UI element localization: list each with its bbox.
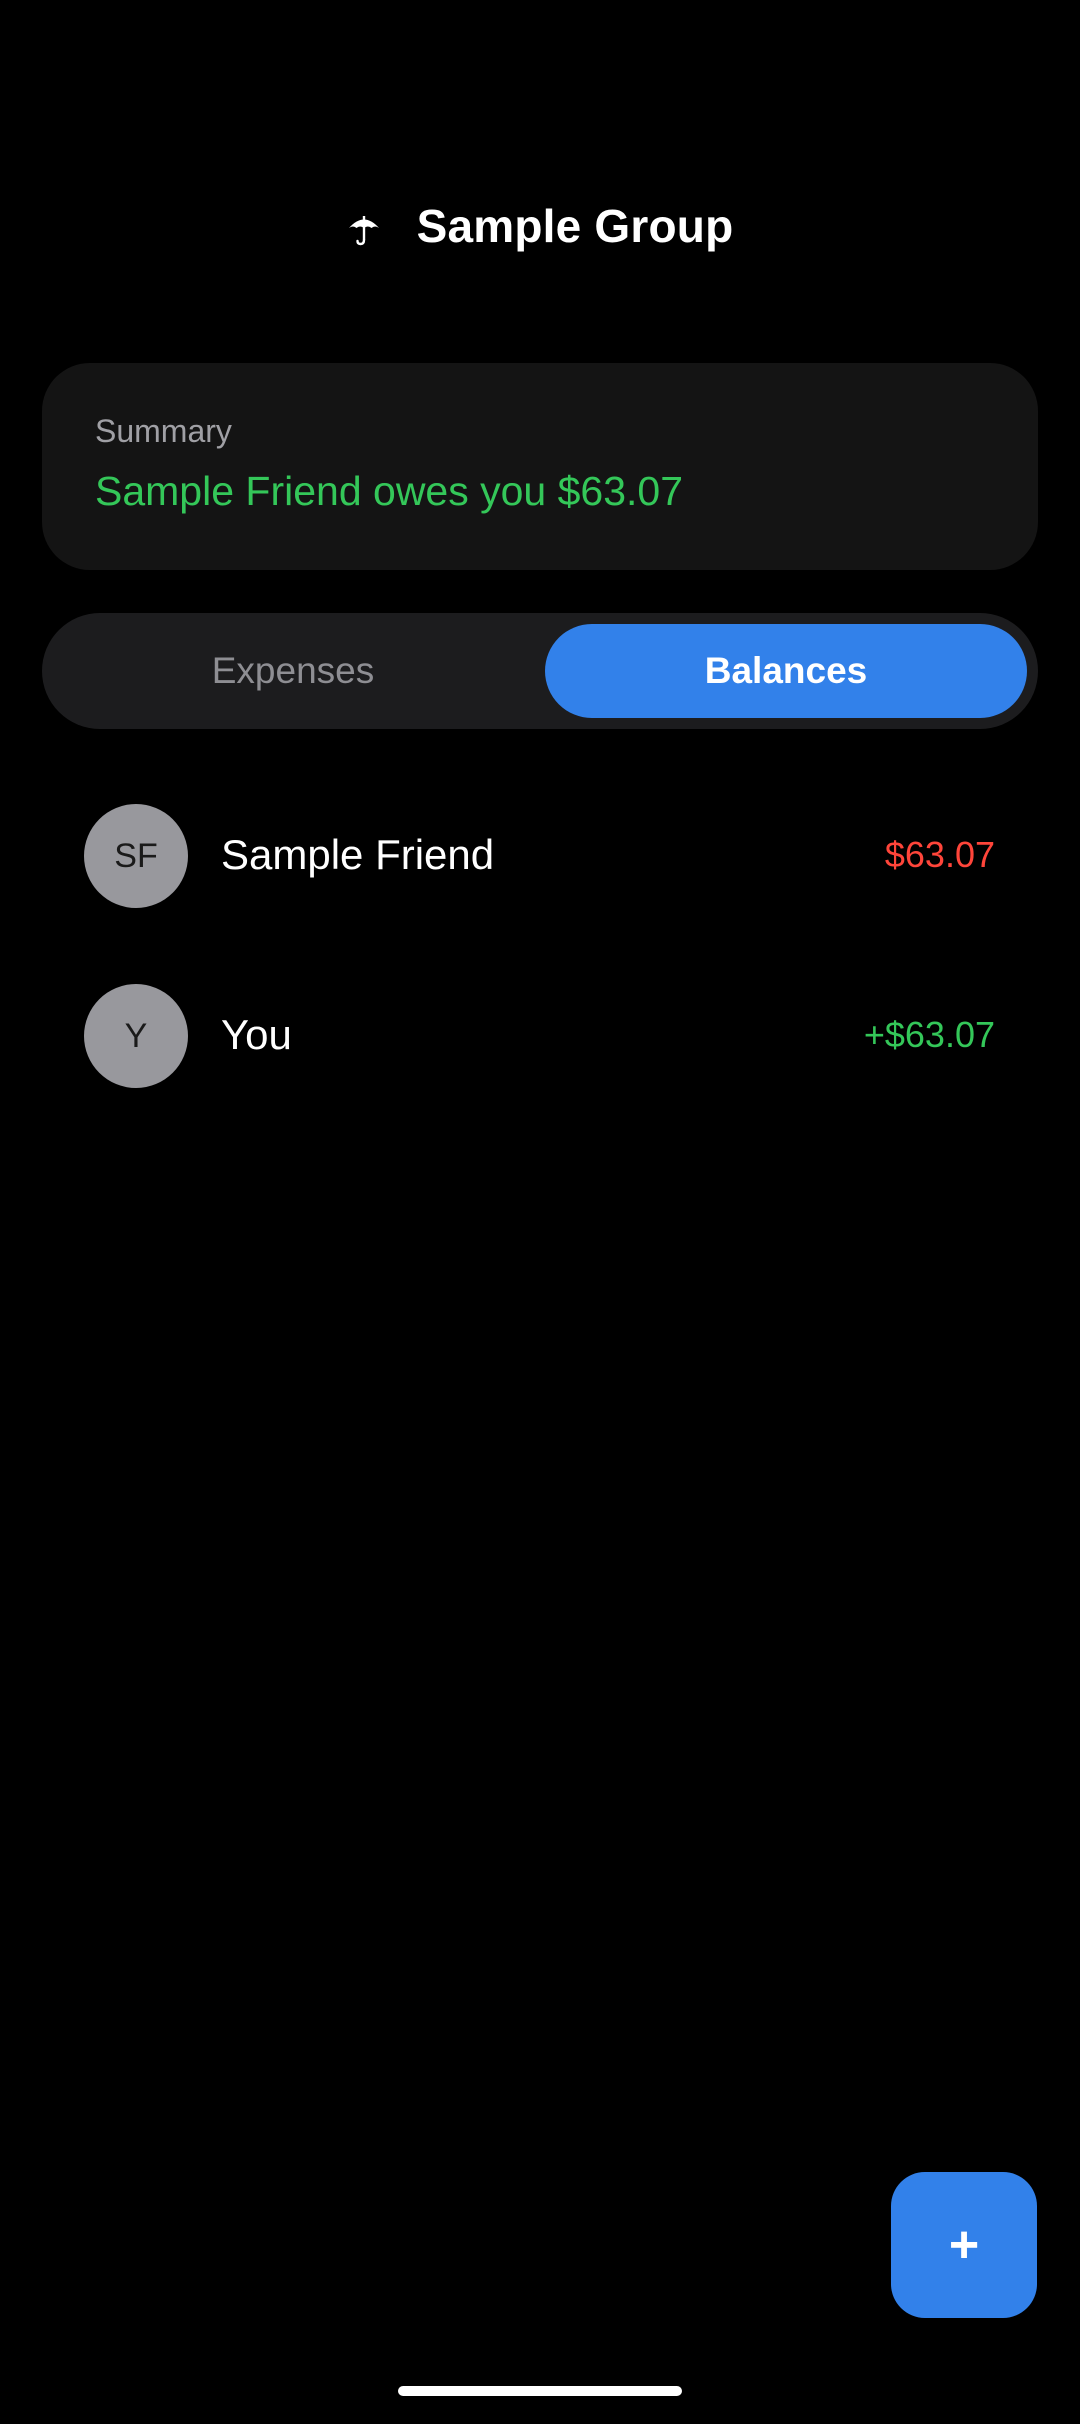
summary-card: Summary Sample Friend owes you $63.07 <box>42 363 1038 570</box>
view-segmented-control: Expenses Balances <box>42 613 1038 729</box>
list-item[interactable]: Y You +$63.07 <box>0 970 1080 1100</box>
person-name: You <box>221 1011 292 1058</box>
person-name: Sample Friend <box>221 831 495 878</box>
avatar: Y <box>84 984 188 1088</box>
tab-expenses[interactable]: Expenses <box>53 624 533 718</box>
balance-amount: +$63.07 <box>863 1014 995 1055</box>
summary-text: Sample Friend owes you $63.07 <box>95 468 684 514</box>
home-indicator[interactable] <box>398 2386 682 2396</box>
avatar: SF <box>84 804 188 908</box>
plus-icon: + <box>948 2216 980 2274</box>
list-item[interactable]: SF Sample Friend $63.07 <box>0 790 1080 920</box>
page-title: Sample Group <box>416 200 734 252</box>
summary-label: Summary <box>95 413 232 449</box>
umbrella-icon <box>347 213 381 247</box>
add-expense-button[interactable]: + <box>891 2172 1037 2318</box>
balance-amount: $63.07 <box>884 834 995 875</box>
app-header: Sample Group <box>0 190 1080 262</box>
tab-balances[interactable]: Balances <box>545 624 1027 718</box>
